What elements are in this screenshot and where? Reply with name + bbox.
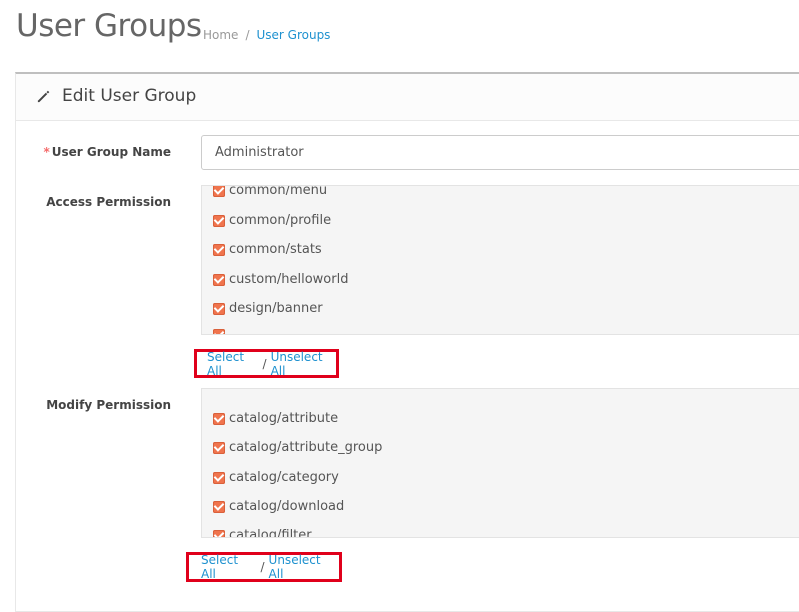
list-item-label: catalog/attribute_group [229,440,383,455]
checkbox-checked[interactable] [213,529,225,537]
pencil-icon [37,90,50,103]
breadcrumb-separator: / [245,28,250,42]
list-item[interactable]: common/menu [213,185,328,198]
list-item[interactable]: catalog/download [213,499,344,514]
modify-permission-list[interactable]: catalog/attribute catalog/attribute_grou… [201,388,799,538]
list-item-label: design/banner [229,301,323,316]
slash-separator: / [260,560,265,574]
breadcrumb-home-link[interactable]: Home [203,28,238,42]
checkbox-checked[interactable] [213,214,225,227]
list-item-label: catalog/filter [229,528,312,538]
breadcrumb: Home / User Groups [203,28,330,42]
user-group-name-label-text: User Group Name [51,145,171,159]
checkbox-checked[interactable] [213,329,225,334]
breadcrumb-current-link[interactable]: User Groups [256,28,330,42]
access-select-all-link[interactable]: Select All [207,350,259,378]
modify-unselect-all-link[interactable]: Unselect All [269,553,339,581]
checkbox-checked[interactable] [213,273,225,286]
required-marker: * [43,145,50,159]
user-group-name-label: * User Group Name [11,145,171,159]
list-item[interactable]: catalog/attribute_group [213,440,382,455]
list-item-label: catalog/attribute [229,411,339,426]
access-permission-label: Access Permission [46,195,171,209]
list-item[interactable]: catalog/attribute [213,411,338,426]
checkbox-checked[interactable] [213,412,225,425]
access-select-controls: Select All / Unselect All [194,349,339,378]
list-item[interactable]: design/banner [213,301,323,316]
panel-heading: Edit User Group [16,74,799,121]
list-item-label: catalog/download [229,499,345,514]
modify-select-all-link[interactable]: Select All [201,553,257,581]
user-group-name-input[interactable] [201,135,799,170]
list-item-label: custom/helloworld [229,272,349,287]
list-item[interactable]: catalog/filter [213,528,312,538]
list-item[interactable]: common/stats [213,242,322,257]
list-item[interactable]: custom/helloworld [213,272,348,287]
checkbox-checked[interactable] [213,186,225,197]
access-permission-list[interactable]: common/menu common/profile common/stats … [201,185,799,335]
modify-select-controls: Select All / Unselect All [186,552,342,582]
panel-title: Edit User Group [62,86,197,106]
checkbox-checked[interactable] [213,441,225,454]
modify-permission-label: Modify Permission [46,398,171,412]
list-item-label: common/stats [229,242,322,257]
list-item[interactable]: common/profile [213,213,331,228]
page-title: User Groups [16,8,202,44]
list-item-partial[interactable] [213,329,229,334]
list-item-label: common/profile [229,213,332,228]
list-item-label: catalog/category [229,470,339,485]
checkbox-checked[interactable] [213,471,225,484]
list-item[interactable]: catalog/category [213,470,339,485]
access-unselect-all-link[interactable]: Unselect All [271,350,336,378]
checkbox-checked[interactable] [213,500,225,513]
slash-separator: / [262,356,267,371]
checkbox-checked[interactable] [213,302,225,315]
checkbox-checked[interactable] [213,243,225,256]
list-item-label: common/menu [229,185,328,198]
